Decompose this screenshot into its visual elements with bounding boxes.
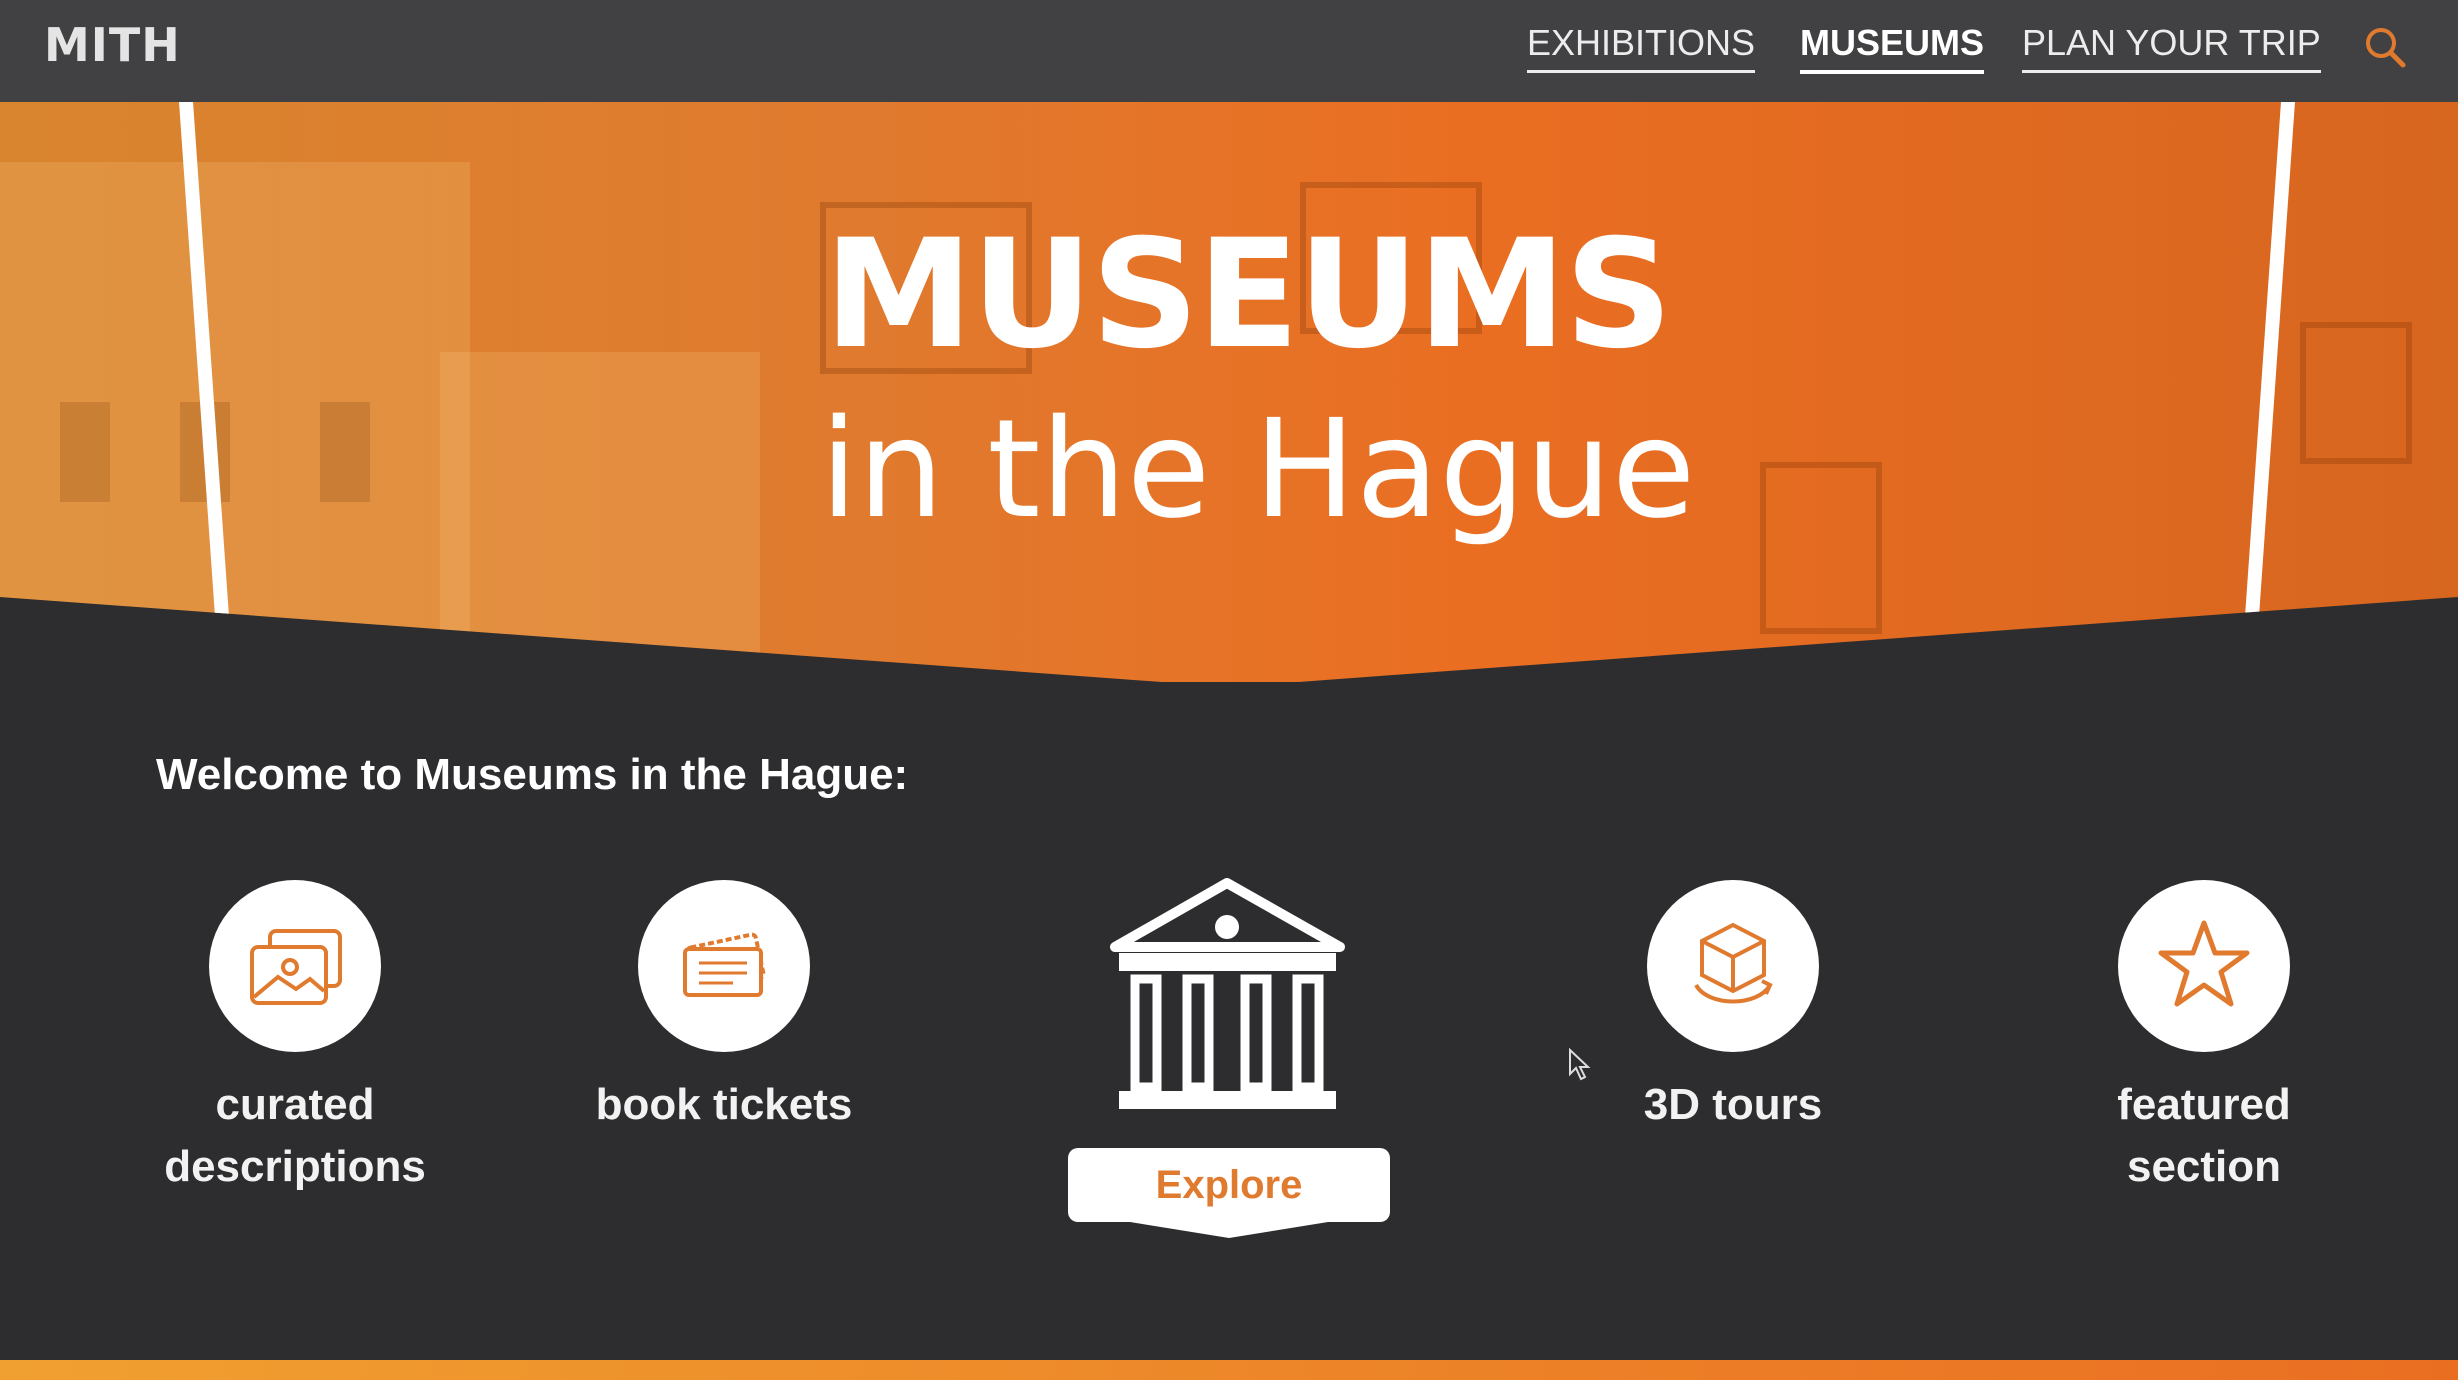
- nav-link-museums[interactable]: MUSEUMS: [1800, 22, 1985, 74]
- feature-icon-circle: [638, 880, 810, 1052]
- museum-icon: [1110, 878, 1345, 1109]
- feature-icon-circle: [1647, 880, 1819, 1052]
- facade-window: [60, 402, 110, 502]
- feature-3d-tours[interactable]: 3D tours: [1553, 880, 1913, 1136]
- pictures-icon: [250, 929, 342, 1005]
- mouse-cursor-icon: [1569, 1048, 1591, 1081]
- star-icon: [2158, 920, 2250, 1007]
- tickets-icon: [683, 932, 766, 997]
- nav-link-plan-your-trip[interactable]: PLAN YOUR TRIP: [2022, 22, 2321, 73]
- building-wing: [440, 352, 760, 682]
- painting-frame: [2300, 322, 2412, 464]
- feature-label: curated descriptions: [164, 1080, 426, 1191]
- painting-frame: [1760, 462, 1882, 634]
- feature-curated-descriptions[interactable]: curated descriptions: [115, 880, 475, 1198]
- welcome-heading: Welcome to Museums in the Hague:: [156, 750, 909, 799]
- hero-stripe-right: [2238, 102, 2296, 682]
- feature-label: book tickets: [595, 1080, 853, 1129]
- 3d-cube-icon: [1694, 922, 1773, 1004]
- feature-book-tickets[interactable]: book tickets: [544, 880, 904, 1136]
- feature-icon-circle: [2118, 880, 2290, 1052]
- nav-link-exhibitions[interactable]: EXHIBITIONS: [1527, 22, 1756, 73]
- feature-featured-section[interactable]: featured section: [2024, 880, 2384, 1198]
- hero-subtitle: in the Hague: [820, 391, 1696, 549]
- feature-label: 3D tours: [1643, 1080, 1823, 1129]
- top-navigation: MITH EXHIBITIONS MUSEUMS PLAN YOUR TRIP: [0, 0, 2458, 102]
- explore-button[interactable]: Explore: [1068, 1148, 1390, 1222]
- feature-label: featured section: [2117, 1080, 2291, 1191]
- hero-title: MUSEUMS: [824, 208, 1673, 382]
- feature-icon-circle: [209, 880, 381, 1052]
- bottom-accent-bar: [0, 1360, 2458, 1380]
- hero-banner: MUSEUMS in the Hague: [0, 102, 2458, 682]
- search-icon[interactable]: [2362, 24, 2408, 70]
- site-logo[interactable]: MITH: [44, 18, 181, 72]
- facade-window: [320, 402, 370, 502]
